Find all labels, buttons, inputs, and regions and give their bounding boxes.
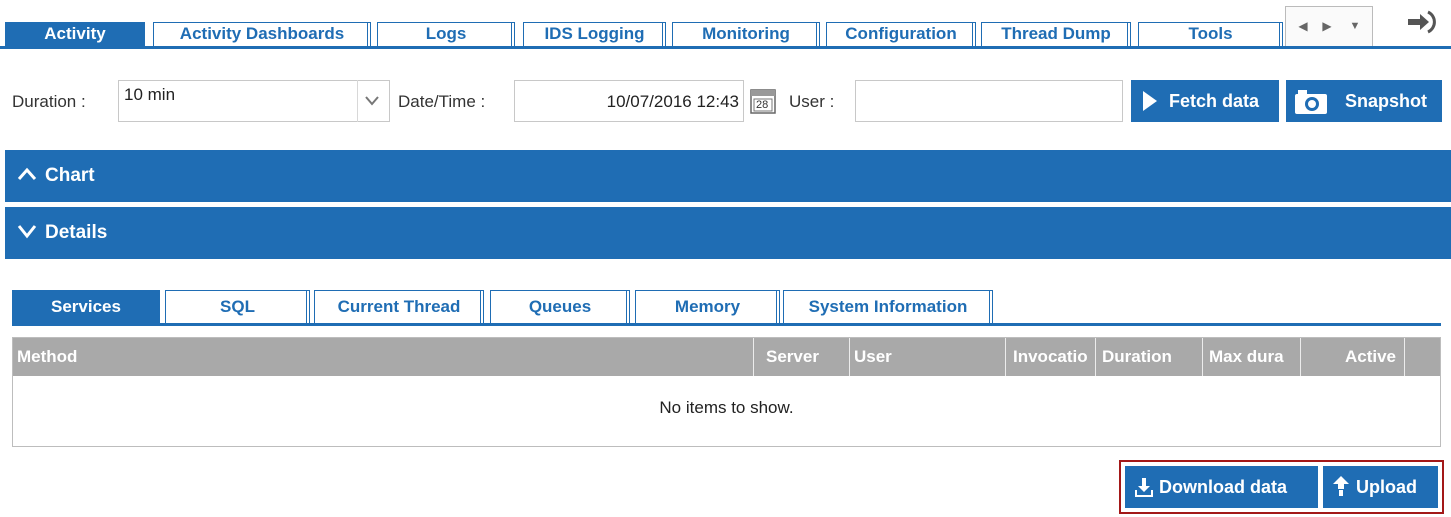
chevron-up-icon bbox=[17, 167, 37, 180]
tab-activity-dashboards[interactable]: Activity Dashboards bbox=[153, 22, 371, 46]
tab-sql[interactable]: SQL bbox=[165, 290, 310, 324]
upload-button[interactable]: Upload bbox=[1323, 466, 1438, 508]
tab-thread-dump[interactable]: Thread Dump bbox=[981, 22, 1131, 46]
duration-value: 10 min bbox=[124, 85, 176, 104]
datetime-label: Date/Time : bbox=[398, 92, 486, 111]
download-icon bbox=[1135, 478, 1153, 497]
chart-section-title: Chart bbox=[45, 165, 95, 186]
datetime-value: 10/07/2016 12:43 bbox=[606, 92, 739, 111]
scroll-right-icon[interactable]: ▶ bbox=[1316, 13, 1338, 39]
detail-tab-underline bbox=[12, 323, 1441, 326]
download-data-button[interactable]: Download data bbox=[1125, 466, 1318, 508]
column-invocations[interactable]: Invocatio bbox=[1006, 338, 1096, 376]
tab-configuration[interactable]: Configuration bbox=[826, 22, 976, 46]
camera-icon bbox=[1295, 90, 1327, 114]
duration-label: Duration : bbox=[12, 92, 86, 111]
column-max-duration[interactable]: Max dura bbox=[1203, 338, 1301, 376]
column-duration[interactable]: Duration bbox=[1096, 338, 1203, 376]
duration-select[interactable]: 10 min bbox=[118, 80, 390, 122]
tab-ids-logging[interactable]: IDS Logging bbox=[523, 22, 666, 46]
scroll-left-icon[interactable]: ◀ bbox=[1292, 13, 1314, 39]
top-tab-underline bbox=[0, 46, 1451, 49]
column-active[interactable]: Active bbox=[1301, 338, 1405, 376]
tab-monitoring[interactable]: Monitoring bbox=[672, 22, 820, 46]
tab-scroller: ◀ ▶ ▼ bbox=[1285, 6, 1373, 46]
tab-menu-chevron-down-icon[interactable]: ▼ bbox=[1344, 13, 1366, 39]
select-divider bbox=[357, 80, 358, 122]
tab-services[interactable]: Services bbox=[12, 290, 160, 324]
column-user[interactable]: User bbox=[850, 338, 1006, 376]
fetch-data-button[interactable]: Fetch data bbox=[1131, 80, 1279, 122]
upload-icon bbox=[1333, 476, 1349, 496]
column-server[interactable]: Server bbox=[754, 338, 850, 376]
logout-icon[interactable] bbox=[1406, 8, 1442, 36]
datetime-input[interactable]: 10/07/2016 12:43 bbox=[514, 80, 744, 122]
tab-activity[interactable]: Activity bbox=[5, 22, 145, 48]
chevron-down-icon bbox=[365, 96, 379, 106]
tab-logs[interactable]: Logs bbox=[377, 22, 515, 46]
calendar-icon[interactable]: 28 bbox=[748, 86, 778, 116]
tab-memory[interactable]: Memory bbox=[635, 290, 780, 324]
calendar-day: 28 bbox=[756, 99, 769, 111]
play-icon bbox=[1143, 91, 1157, 111]
column-method[interactable]: Method bbox=[13, 338, 754, 376]
user-label: User : bbox=[789, 92, 835, 111]
tab-current-thread[interactable]: Current Thread bbox=[314, 290, 484, 324]
user-input[interactable] bbox=[855, 80, 1123, 122]
snapshot-label: Snapshot bbox=[1345, 91, 1428, 111]
tab-queues[interactable]: Queues bbox=[490, 290, 630, 324]
chart-section-header[interactable]: Chart bbox=[5, 150, 1451, 202]
tab-system-information[interactable]: System Information bbox=[783, 290, 993, 324]
upload-label: Upload bbox=[1356, 477, 1417, 497]
empty-message: No items to show. bbox=[659, 398, 794, 417]
chevron-down-icon bbox=[17, 225, 37, 239]
tab-tools[interactable]: Tools bbox=[1138, 22, 1283, 46]
column-filler bbox=[1405, 338, 1440, 376]
snapshot-button[interactable]: Snapshot bbox=[1286, 80, 1442, 122]
details-section-header[interactable]: Details bbox=[5, 207, 1451, 259]
grid-header: Method Server User Invocatio Duration Ma… bbox=[13, 338, 1440, 376]
top-tab-bar: Activity Activity Dashboards Logs IDS Lo… bbox=[0, 0, 1451, 49]
details-section-title: Details bbox=[45, 222, 108, 243]
services-grid: Method Server User Invocatio Duration Ma… bbox=[12, 337, 1441, 447]
fetch-data-label: Fetch data bbox=[1169, 91, 1260, 111]
download-data-label: Download data bbox=[1159, 477, 1288, 497]
